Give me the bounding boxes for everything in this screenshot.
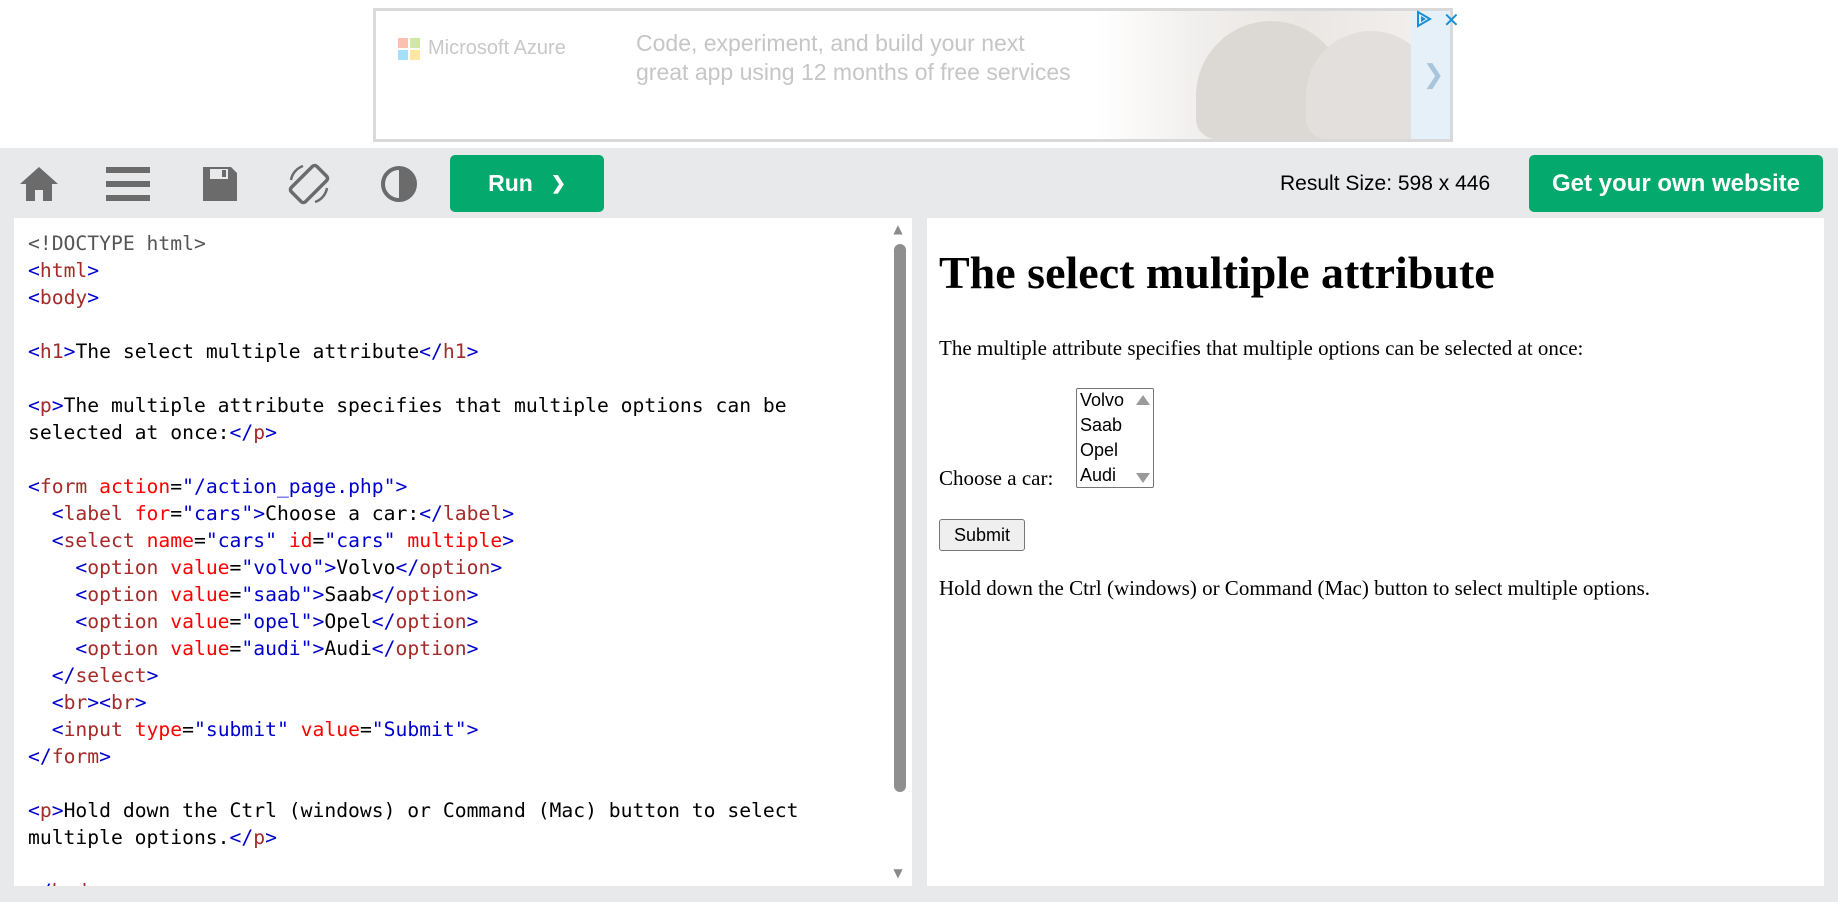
save-icon[interactable] <box>196 162 244 206</box>
result-heading: The select multiple attribute <box>939 247 1495 298</box>
ad-brand: Microsoft Azure <box>398 37 566 60</box>
ad-text: Code, experiment, and build your next gr… <box>636 30 1071 85</box>
select-option[interactable]: Audi <box>1080 463 1116 488</box>
menu-icon[interactable] <box>104 162 152 206</box>
rotate-icon[interactable] <box>285 162 333 206</box>
select-scroll-down-icon[interactable] <box>1136 473 1150 483</box>
select-scroll-up-icon[interactable] <box>1136 395 1150 405</box>
get-your-own-website-button[interactable]: Get your own website <box>1529 155 1823 212</box>
microsoft-logo-icon <box>398 37 420 60</box>
result-frame: The select multiple attribute The multip… <box>927 218 1824 886</box>
scroll-down-arrow-icon[interactable]: ▼ <box>890 866 906 880</box>
select-option[interactable]: Volvo <box>1080 388 1124 413</box>
select-option[interactable]: Saab <box>1080 413 1122 438</box>
ad-banner[interactable]: Microsoft Azure Code, experiment, and bu… <box>373 8 1453 142</box>
chevron-right-icon: ❯ <box>550 173 566 193</box>
ad-banner-area: Microsoft Azure Code, experiment, and bu… <box>0 0 1838 148</box>
run-button-label: Run <box>488 170 533 196</box>
select-option[interactable]: Opel <box>1080 438 1118 463</box>
code-editor[interactable]: <!DOCTYPE html> <html> <body> <h1>The se… <box>14 218 912 886</box>
adchoices-icon[interactable] <box>1415 10 1433 33</box>
scroll-up-arrow-icon[interactable]: ▲ <box>890 222 906 236</box>
cars-multiselect[interactable]: Volvo Saab Opel Audi <box>1076 388 1154 488</box>
home-icon[interactable] <box>15 162 63 206</box>
run-button[interactable]: Run ❯ <box>450 155 604 212</box>
ad-close-icon[interactable]: ✕ <box>1443 8 1460 33</box>
code-text[interactable]: <!DOCTYPE html> <html> <body> <h1>The se… <box>28 230 798 886</box>
result-paragraph: The multiple attribute specifies that mu… <box>939 336 1584 360</box>
result-size: Result Size: 598 x 446 <box>1280 172 1491 195</box>
submit-button[interactable]: Submit <box>939 519 1025 551</box>
ad-brand-label: Microsoft Azure <box>428 37 566 59</box>
choose-car-label: Choose a car: <box>939 466 1054 490</box>
contrast-icon[interactable] <box>375 162 423 206</box>
result-footer-paragraph: Hold down the Ctrl (windows) or Command … <box>939 576 1650 600</box>
editor-scrollbar-thumb[interactable] <box>894 244 906 792</box>
